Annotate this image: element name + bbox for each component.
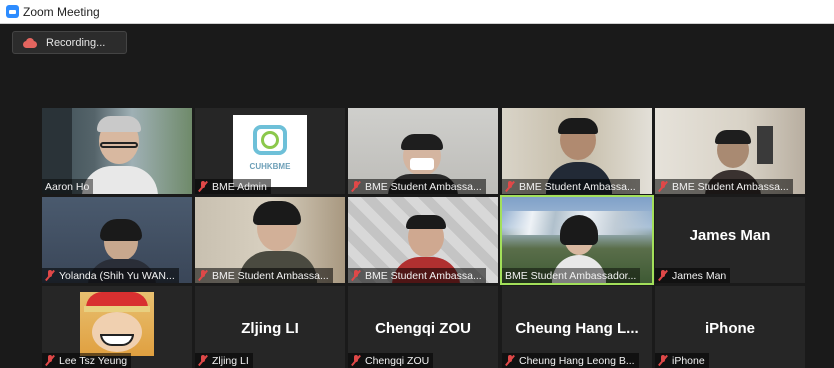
mic-muted-icon xyxy=(505,355,515,366)
participant-name-bar: iPhone xyxy=(655,353,709,368)
video-tile[interactable]: Chengqi ZOU Chengqi ZOU xyxy=(348,286,498,368)
participant-name: BME Student Ambassa... xyxy=(365,269,482,282)
cuhk-bme-logo: CUHKBME xyxy=(233,115,307,187)
participant-name-bar: Zljing LI xyxy=(195,353,253,368)
participant-display-name: James Man xyxy=(689,227,771,244)
participant-name-bar: Cheung Hang Leong B... xyxy=(502,353,639,368)
zoom-app-icon xyxy=(6,5,19,18)
recording-indicator[interactable]: Recording... xyxy=(12,31,127,54)
participant-name-bar: Chengqi ZOU xyxy=(348,353,434,368)
participant-name: Yolanda (Shih Yu WAN... xyxy=(59,269,175,282)
participant-name-bar: James Man xyxy=(655,268,731,283)
participant-name-bar: BME Student Ambassa... xyxy=(655,179,793,194)
video-tile[interactable]: iPhone iPhone xyxy=(655,286,805,368)
participant-name: Aaron Ho xyxy=(45,180,90,193)
title-bar: Zoom Meeting xyxy=(0,0,834,24)
participant-name: BME Student Ambassa... xyxy=(365,180,482,193)
video-tile[interactable]: James Man James Man xyxy=(655,197,805,283)
participant-name: BME Student Ambassa... xyxy=(672,180,789,193)
video-tile[interactable]: Lee Tsz Yeung xyxy=(42,286,192,368)
participant-name: BME Student Ambassa... xyxy=(519,180,636,193)
participant-name-bar: Aaron Ho xyxy=(42,179,94,194)
mic-muted-icon xyxy=(45,355,55,366)
participant-display-name: Cheung Hang L... xyxy=(515,320,639,337)
video-tile[interactable]: BME Student Ambassa... xyxy=(348,108,498,194)
participant-name: BME Student Ambassador... xyxy=(505,269,637,282)
video-tile-active-speaker[interactable]: BME Student Ambassador... xyxy=(500,195,654,285)
participant-name-bar: BME Student Ambassa... xyxy=(502,179,640,194)
participant-name: Cheung Hang Leong B... xyxy=(519,354,635,367)
mic-muted-icon xyxy=(658,181,668,192)
participant-display-name: iPhone xyxy=(704,320,755,337)
video-tile[interactable]: BME Student Ambassa... xyxy=(195,197,345,283)
mic-muted-icon xyxy=(658,270,668,281)
video-tile[interactable]: BME Student Ambassa... xyxy=(502,108,652,194)
participant-name-bar: BME Student Ambassa... xyxy=(195,268,333,283)
participant-name-bar: BME Admin xyxy=(195,179,271,194)
participant-name-bar: Yolanda (Shih Yu WAN... xyxy=(42,268,179,283)
video-tile[interactable]: BME Student Ambassa... xyxy=(348,197,498,283)
participant-name-bar: Lee Tsz Yeung xyxy=(42,353,132,368)
participant-name: Lee Tsz Yeung xyxy=(59,354,128,367)
video-tile[interactable]: Cheung Hang L... Cheung Hang Leong B... xyxy=(502,286,652,368)
video-tile[interactable]: BME Student Ambassa... xyxy=(655,108,805,194)
mic-muted-icon xyxy=(351,270,361,281)
participant-name-bar: BME Student Ambassa... xyxy=(348,179,486,194)
participant-display-name: Chengqi ZOU xyxy=(375,320,471,337)
anime-avatar-image xyxy=(80,292,154,356)
participant-name: Zljing LI xyxy=(212,354,249,367)
mic-muted-icon xyxy=(198,270,208,281)
window-title: Zoom Meeting xyxy=(23,4,100,19)
participant-name-bar: BME Student Ambassador... xyxy=(502,268,641,283)
participant-name: BME Student Ambassa... xyxy=(212,269,329,282)
participant-name: Chengqi ZOU xyxy=(365,354,430,367)
video-tile[interactable]: Zljing LI Zljing LI xyxy=(195,286,345,368)
participant-name-bar: BME Student Ambassa... xyxy=(348,268,486,283)
video-tile[interactable]: Yolanda (Shih Yu WAN... xyxy=(42,197,192,283)
mic-muted-icon xyxy=(351,181,361,192)
participant-name: iPhone xyxy=(672,354,705,367)
participant-display-name: Zljing LI xyxy=(241,320,299,337)
participant-name: BME Admin xyxy=(212,180,267,193)
mic-muted-icon xyxy=(351,355,361,366)
video-tile[interactable]: CUHKBME BME Admin xyxy=(195,108,345,194)
cloud-recording-icon xyxy=(23,37,37,48)
mic-muted-icon xyxy=(505,181,515,192)
mic-muted-icon xyxy=(45,270,55,281)
recording-label: Recording... xyxy=(46,36,106,49)
mic-muted-icon xyxy=(198,181,208,192)
mic-muted-icon xyxy=(658,355,668,366)
mic-muted-icon xyxy=(198,355,208,366)
logo-text: CUHKBME xyxy=(249,162,291,171)
video-tile[interactable]: Aaron Ho xyxy=(42,108,192,194)
participant-name: James Man xyxy=(672,269,727,282)
